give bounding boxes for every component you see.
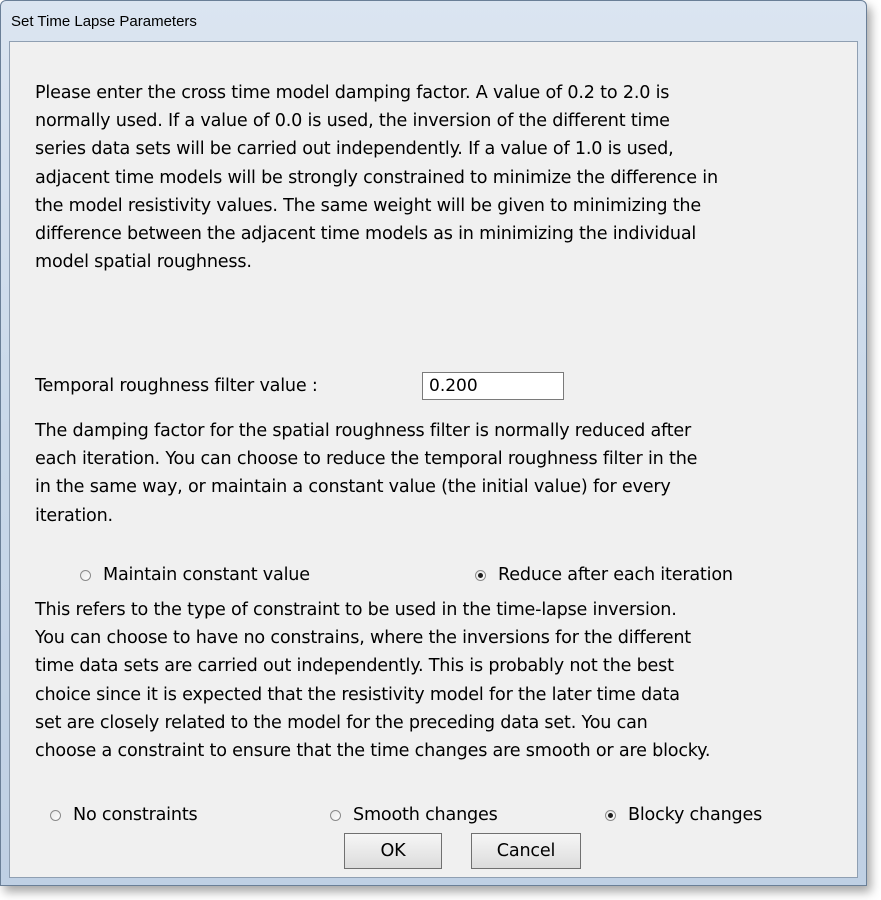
radio-indicator bbox=[330, 809, 341, 821]
radio-blocky-changes[interactable]: Blocky changes bbox=[605, 805, 762, 825]
radio-label: Maintain constant value bbox=[103, 565, 310, 585]
radio-indicator bbox=[50, 809, 61, 821]
damping-text: The damping factor for the spatial rough… bbox=[35, 421, 698, 526]
radio-indicator bbox=[475, 569, 486, 581]
constraint-text: This refers to the type of constraint to… bbox=[35, 600, 711, 762]
radio-label: Blocky changes bbox=[628, 805, 763, 825]
radio-smooth-changes[interactable]: Smooth changes bbox=[330, 805, 498, 825]
window-title: Set Time Lapse Parameters bbox=[11, 13, 197, 30]
ok-button[interactable]: OK bbox=[344, 833, 442, 869]
radio-indicator bbox=[80, 569, 91, 581]
radio-reduce-each-iteration[interactable]: Reduce after each iteration bbox=[475, 565, 733, 585]
dialog-content: Please enter the cross time model dampin… bbox=[9, 41, 858, 878]
title-bar[interactable]: Set Time Lapse Parameters bbox=[1, 1, 866, 41]
radio-label: No constraints bbox=[73, 805, 198, 825]
radio-indicator bbox=[605, 809, 616, 821]
radio-no-constraints[interactable]: No constraints bbox=[50, 805, 198, 825]
temporal-filter-input[interactable] bbox=[422, 372, 564, 400]
cancel-button[interactable]: Cancel bbox=[471, 833, 581, 869]
radio-label: Reduce after each iteration bbox=[498, 565, 733, 585]
temporal-filter-label: Temporal roughness filter value : bbox=[35, 376, 318, 396]
intro-text: Please enter the cross time model dampin… bbox=[35, 83, 718, 273]
dialog-window: Set Time Lapse Parameters Please enter t… bbox=[0, 0, 867, 886]
radio-label: Smooth changes bbox=[353, 805, 498, 825]
radio-maintain-constant[interactable]: Maintain constant value bbox=[80, 565, 310, 585]
